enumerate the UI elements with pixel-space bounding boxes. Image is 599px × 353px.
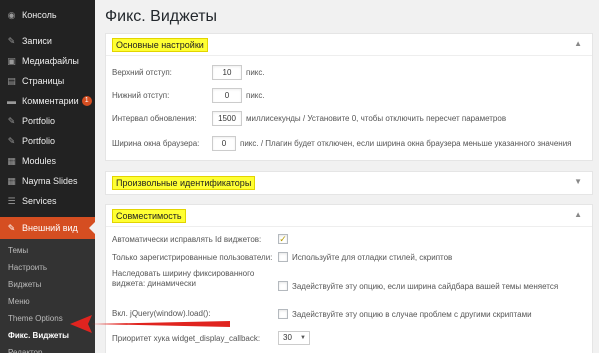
menu-portfolio-1[interactable]: ✎ Portfolio — [0, 111, 95, 131]
browser-width-input[interactable]: 0 — [212, 136, 236, 151]
menu-label: Portfolio — [22, 136, 56, 146]
menu-label: Комментарии — [22, 96, 79, 106]
setting-label: Нижний отступ: — [112, 91, 170, 100]
collapse-arrow-icon[interactable]: ▲ — [574, 39, 582, 48]
menu-label: Записи — [22, 36, 52, 46]
box-header[interactable]: Основные настройки ▲ — [106, 34, 592, 56]
menu-services[interactable]: ☰ Services — [0, 191, 95, 211]
box-title: Произвольные идентификаторы — [112, 176, 256, 190]
menu-label: Консоль — [22, 10, 57, 20]
window-load-checkbox[interactable] — [278, 309, 288, 319]
submenu-menus[interactable]: Меню — [0, 293, 95, 310]
bottom-margin-input[interactable]: 0 — [212, 88, 242, 103]
box-header[interactable]: Произвольные идентификаторы ▼ — [106, 172, 592, 194]
setting-suffix: пикс. — [246, 68, 265, 77]
box-title: Основные настройки — [112, 38, 208, 52]
setting-row-refresh-interval: Интервал обновления: 1500 миллисекунды /… — [112, 111, 506, 126]
select-value: 30 — [283, 333, 292, 342]
submenu-customize[interactable]: Настроить — [0, 259, 95, 276]
menu-modules[interactable]: ▦ Modules — [0, 151, 95, 171]
appearance-icon: ✎ — [7, 222, 16, 233]
page-title: Фикс. Виджеты — [105, 8, 218, 25]
menu-label: Portfolio — [22, 116, 56, 126]
arrow-shaft — [90, 321, 230, 327]
modules-icon: ▦ — [7, 155, 16, 166]
setting-row-bottom-margin: Нижний отступ: 0 пикс. — [112, 88, 265, 103]
menu-appearance[interactable]: ✎ Внешний вид — [0, 217, 95, 239]
checkbox-hint: Задействуйте эту опцию, если ширина сайд… — [292, 282, 559, 291]
top-margin-input[interactable]: 10 — [212, 65, 242, 80]
setting-label: Только зарегистрированные пользователи: — [112, 253, 273, 262]
menu-label: Services — [22, 196, 57, 206]
pin-icon: ✎ — [7, 35, 16, 46]
inherit-width-checkbox[interactable] — [278, 281, 288, 291]
menu-comments[interactable]: ▬ Комментарии 1 — [0, 91, 95, 111]
submenu-widgets[interactable]: Виджеты — [0, 276, 95, 293]
submenu-themes[interactable]: Темы — [0, 242, 95, 259]
hook-priority-select[interactable]: 30 ▼ — [278, 331, 310, 345]
custom-ids-box: Произвольные идентификаторы ▼ — [105, 171, 593, 195]
comment-icon: ▬ — [7, 96, 16, 106]
pin-icon: ✎ — [7, 115, 16, 126]
menu-media[interactable]: ▣ Медиафайлы — [0, 51, 95, 71]
box-header[interactable]: Совместимость ▲ — [106, 205, 592, 227]
menu-label: Медиафайлы — [22, 56, 79, 66]
expand-arrow-icon[interactable]: ▼ — [574, 177, 582, 186]
admin-sidebar: ◉ Консоль ✎ Записи ▣ Медиафайлы ▤ Страни… — [0, 0, 95, 353]
menu-pages[interactable]: ▤ Страницы — [0, 71, 95, 91]
arrow-head-icon — [70, 315, 92, 333]
setting-label: Наследовать ширину фиксированного виджет… — [112, 269, 255, 288]
menu-label: Страницы — [22, 76, 65, 86]
menu-nayma-slides[interactable]: ▦ Nayma Slides — [0, 171, 95, 191]
pin-icon: ✎ — [7, 135, 16, 146]
menu-posts[interactable]: ✎ Записи — [0, 31, 95, 51]
setting-label: Ширина окна браузера: — [112, 139, 200, 148]
chevron-down-icon: ▼ — [300, 335, 306, 341]
page-icon: ▤ — [7, 75, 16, 86]
submenu-editor[interactable]: Редактор — [0, 344, 95, 353]
menu-portfolio-2[interactable]: ✎ Portfolio — [0, 131, 95, 151]
main-content: Фикс. Виджеты Основные настройки ▲ Верхн… — [95, 0, 599, 353]
dashboard-icon: ◉ — [7, 9, 16, 20]
collapse-arrow-icon[interactable]: ▲ — [574, 210, 582, 219]
setting-label: Автоматически исправлять Id виджетов: — [112, 235, 262, 244]
logged-in-only-checkbox[interactable] — [278, 252, 288, 262]
setting-row-top-margin: Верхний отступ: 10 пикс. — [112, 65, 265, 80]
fix-widget-ids-checkbox[interactable]: ✓ — [278, 234, 288, 244]
comment-count-badge: 1 — [81, 96, 92, 106]
basic-settings-box: Основные настройки ▲ Верхний отступ: 10 … — [105, 33, 593, 161]
refresh-interval-input[interactable]: 1500 — [212, 111, 242, 126]
checkbox-hint: Используйте для отладки стилей, скриптов — [292, 253, 453, 262]
setting-suffix: пикс. / Плагин будет отключен, если шири… — [240, 139, 572, 148]
menu-label: Modules — [22, 156, 57, 166]
annotation-arrow — [70, 315, 230, 333]
setting-label: Интервал обновления: — [112, 114, 197, 123]
services-icon: ☰ — [7, 195, 16, 206]
menu-label: Внешний вид — [22, 223, 78, 233]
media-icon: ▣ — [7, 55, 16, 66]
setting-suffix: пикс. — [246, 91, 265, 100]
checkbox-hint: Задействуйте эту опцию в случае проблем … — [292, 310, 532, 319]
menu-label: Nayma Slides — [22, 176, 78, 186]
menu-dashboard[interactable]: ◉ Консоль — [0, 5, 95, 25]
setting-label: Верхний отступ: — [112, 68, 172, 77]
slides-icon: ▦ — [7, 175, 16, 186]
box-title: Совместимость — [112, 209, 186, 223]
setting-row-browser-width: Ширина окна браузера: 0 пикс. / Плагин б… — [112, 136, 572, 151]
setting-suffix: миллисекунды / Установите 0, чтобы отклю… — [246, 114, 507, 123]
